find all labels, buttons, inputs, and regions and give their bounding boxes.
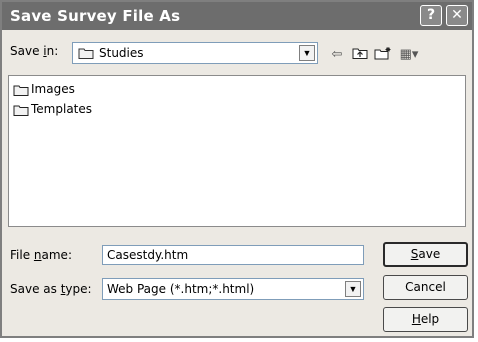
save-in-combo[interactable]: Studies ▼	[72, 42, 318, 64]
file-name-label-accel: n	[33, 248, 42, 262]
title-bar[interactable]: Save Survey File As ? ✕	[2, 2, 472, 30]
dialog-title: Save Survey File As	[10, 7, 181, 25]
help-button-accel: H	[411, 312, 421, 326]
new-folder-icon[interactable]	[374, 46, 392, 62]
up-folder-glyph-icon	[352, 48, 368, 59]
new-folder-glyph-icon	[374, 47, 391, 60]
folder-icon	[13, 105, 29, 116]
cancel-button[interactable]: Cancel	[383, 275, 468, 300]
close-button[interactable]: ✕	[446, 5, 468, 26]
save-button[interactable]: Save	[383, 242, 468, 267]
save-in-value: Studies	[99, 46, 144, 60]
save-as-type-dropdown-button[interactable]: ▼	[345, 281, 361, 297]
folder-icon	[13, 85, 29, 96]
back-icon[interactable]: ⇦	[328, 46, 346, 62]
save-in-label-pre: Save	[10, 44, 44, 58]
save-as-type-value: Web Page (*.htm;*.html)	[107, 282, 255, 296]
list-item-label: Images	[31, 82, 75, 96]
save-dialog: Save Survey File As ? ✕ Save in: Studies…	[0, 0, 474, 338]
folder-icon	[78, 48, 94, 59]
file-name-label-post: ame:	[41, 248, 72, 262]
file-name-input[interactable]: Casestdy.htm	[102, 245, 364, 265]
file-name-label-pre: File	[10, 248, 34, 262]
save-in-dropdown-button[interactable]: ▼	[299, 45, 315, 61]
help-button-rest: elp	[420, 312, 440, 326]
save-button-rest: ave	[418, 247, 441, 261]
save-as-type-label: Save as type:	[10, 282, 92, 296]
save-as-type-label-pre: Save as	[10, 282, 61, 296]
save-in-label-post: n:	[46, 44, 59, 58]
list-item-label: Templates	[31, 102, 93, 116]
help-button[interactable]: Help	[383, 307, 468, 332]
up-folder-icon[interactable]	[351, 46, 369, 62]
save-as-type-select[interactable]: Web Page (*.htm;*.html) ▼	[102, 278, 364, 300]
help-title-button[interactable]: ?	[420, 5, 442, 26]
file-list[interactable]: Images Templates	[8, 75, 466, 227]
save-in-label: Save in:	[10, 44, 58, 58]
views-menu-icon[interactable]: ▦▾	[397, 46, 421, 62]
save-as-type-label-post: ype:	[65, 282, 92, 296]
file-name-label: File name:	[10, 248, 72, 262]
